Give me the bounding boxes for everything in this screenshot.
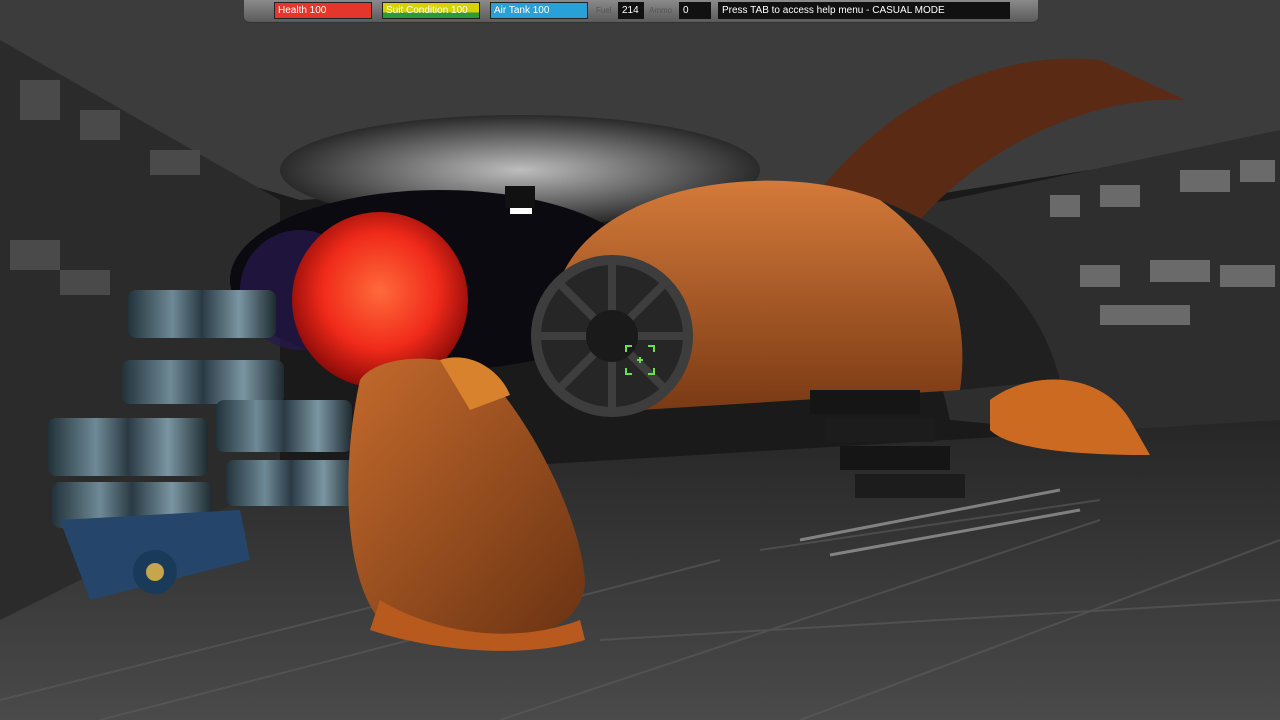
hud-bar: Health 100 Suit Condition 100 Air Tank 1… bbox=[244, 0, 1038, 23]
help-message: Press TAB to access help menu - CASUAL M… bbox=[718, 2, 1010, 19]
suit-condition-bar: Suit Condition 100 bbox=[382, 2, 480, 19]
health-bar: Health 100 bbox=[274, 2, 372, 19]
fuel-label: Fuel bbox=[596, 2, 620, 19]
game-viewport[interactable] bbox=[0, 0, 1280, 720]
ammo-value: 0 bbox=[679, 2, 711, 19]
ammo-label: Ammo bbox=[649, 2, 679, 19]
air-tank-bar: Air Tank 100 bbox=[490, 2, 588, 19]
fuel-value: 214 bbox=[618, 2, 644, 19]
